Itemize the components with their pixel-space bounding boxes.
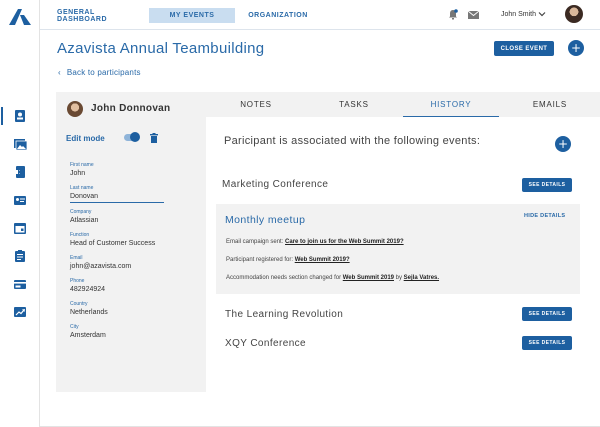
credit-card-icon[interactable]	[13, 277, 27, 291]
company-field[interactable]: Company Atlassian	[70, 209, 166, 224]
history-entry: Participant registered for: Web Summit 2…	[226, 257, 350, 263]
country-value: Netherlands	[70, 309, 108, 316]
history-entry-text: Participant registered for:	[226, 257, 295, 263]
rail-active-indicator	[1, 107, 3, 125]
user-avatar[interactable]	[565, 5, 583, 23]
calendar-icon[interactable]	[13, 221, 27, 235]
left-rail	[0, 0, 40, 427]
trending-icon[interactable]	[13, 305, 27, 319]
last-name-field[interactable]: Last name Donovan	[70, 185, 164, 203]
email-field[interactable]: Email john@azavista.com	[70, 255, 180, 270]
back-link-label: Back to participants	[66, 68, 141, 77]
see-details-button[interactable]: SEE DETAILS	[522, 307, 572, 321]
participant-name: John Donnovan	[91, 103, 171, 114]
function-field[interactable]: Function Head of Customer Success	[70, 232, 200, 247]
associated-events-heading: Paricipant is associated with the follow…	[224, 135, 481, 147]
phone-field[interactable]: Phone 482924924	[70, 278, 166, 293]
tab-emails[interactable]: EMAILS	[516, 92, 584, 117]
history-by-text: by	[394, 275, 404, 281]
event-title: Marketing Conference	[222, 179, 329, 190]
nav-tab-my-events[interactable]: MY EVENTS	[149, 8, 235, 23]
event-title: XQY Conference	[225, 338, 307, 349]
phone-label: Phone	[70, 278, 85, 284]
id-card-icon[interactable]	[13, 193, 27, 207]
tab-tasks[interactable]: TASKS	[320, 92, 388, 117]
chevron-down-icon[interactable]	[538, 10, 546, 18]
close-event-button[interactable]: CLOSE EVENT	[494, 41, 554, 56]
email-value: john@azavista.com	[70, 263, 132, 270]
back-to-participants-link[interactable]: ‹ Back to participants	[58, 68, 141, 77]
clipboard-icon[interactable]	[13, 249, 27, 263]
event-link[interactable]: Web Summit 2019	[343, 275, 394, 281]
history-entry: Accommodation needs section changed for …	[226, 275, 439, 281]
country-label: Country	[70, 301, 88, 307]
trash-icon[interactable]	[150, 133, 158, 143]
email-label: Email	[70, 255, 83, 261]
campaign-link[interactable]: Care to join us for the Web Summit 2019?	[285, 239, 404, 245]
event-title: Monthly meetup	[225, 214, 306, 226]
event-title: The Learning Revolution	[225, 309, 344, 320]
last-name-label: Last name	[70, 185, 94, 191]
nav-tab-organization[interactable]: ORGANIZATION	[248, 8, 307, 23]
chevron-left-icon: ‹	[58, 68, 61, 77]
company-value: Atlassian	[70, 217, 99, 224]
city-value: Amsterdam	[70, 332, 106, 339]
photos-icon[interactable]	[13, 137, 27, 151]
toggle-knob	[130, 132, 140, 142]
see-details-button[interactable]: SEE DETAILS	[522, 178, 572, 192]
participant-avatar	[67, 101, 83, 117]
add-button[interactable]: +	[568, 40, 584, 56]
history-entry-text: Accommodation needs section changed for	[226, 275, 343, 281]
edit-mode-toggle[interactable]	[124, 132, 140, 142]
mail-icon[interactable]	[468, 11, 479, 19]
function-value: Head of Customer Success	[70, 240, 156, 247]
history-entry: Email campaign sent: Care to join us for…	[226, 239, 404, 245]
participant-tabs: NOTES TASKS HISTORY EMAILS	[206, 92, 600, 117]
user-link[interactable]: Sejla Vatres.	[404, 275, 439, 281]
city-field[interactable]: City Amsterdam	[70, 324, 166, 339]
document-icon[interactable]	[13, 165, 27, 179]
function-label: Function	[70, 232, 90, 238]
see-details-button[interactable]: SEE DETAILS	[522, 336, 572, 350]
first-name-value: John	[70, 170, 86, 177]
city-label: City	[70, 324, 79, 330]
history-entry-text: Email campaign sent:	[226, 239, 286, 245]
user-name[interactable]: John Smith	[501, 11, 536, 18]
notification-bell-icon[interactable]	[448, 9, 458, 20]
tab-history[interactable]: HISTORY	[403, 92, 499, 117]
country-field[interactable]: Country Netherlands	[70, 301, 166, 316]
contacts-icon[interactable]	[13, 109, 27, 123]
add-event-button[interactable]: +	[555, 136, 571, 152]
edit-mode-label: Edit mode	[66, 134, 105, 143]
logo-icon[interactable]	[9, 9, 31, 25]
page-title: Azavista Annual Teambuilding	[57, 40, 265, 57]
hide-details-link[interactable]: HIDE DETAILS	[524, 213, 565, 219]
last-name-value: Donovan	[70, 193, 99, 200]
nav-tab-general-dashboard[interactable]: GENERAL DASHBOARD	[57, 8, 131, 23]
first-name-label: First name	[70, 162, 94, 168]
phone-value: 482924924	[70, 286, 106, 293]
participant-panel: John Donnovan Edit mode First name John …	[56, 92, 206, 392]
tab-notes[interactable]: NOTES	[224, 92, 288, 117]
first-name-field[interactable]: First name John	[70, 162, 166, 177]
top-navigation: GENERAL DASHBOARD MY EVENTS ORGANIZATION…	[40, 0, 600, 30]
event-link[interactable]: Web Summit 2019?	[295, 257, 350, 263]
company-label: Company	[70, 209, 92, 215]
